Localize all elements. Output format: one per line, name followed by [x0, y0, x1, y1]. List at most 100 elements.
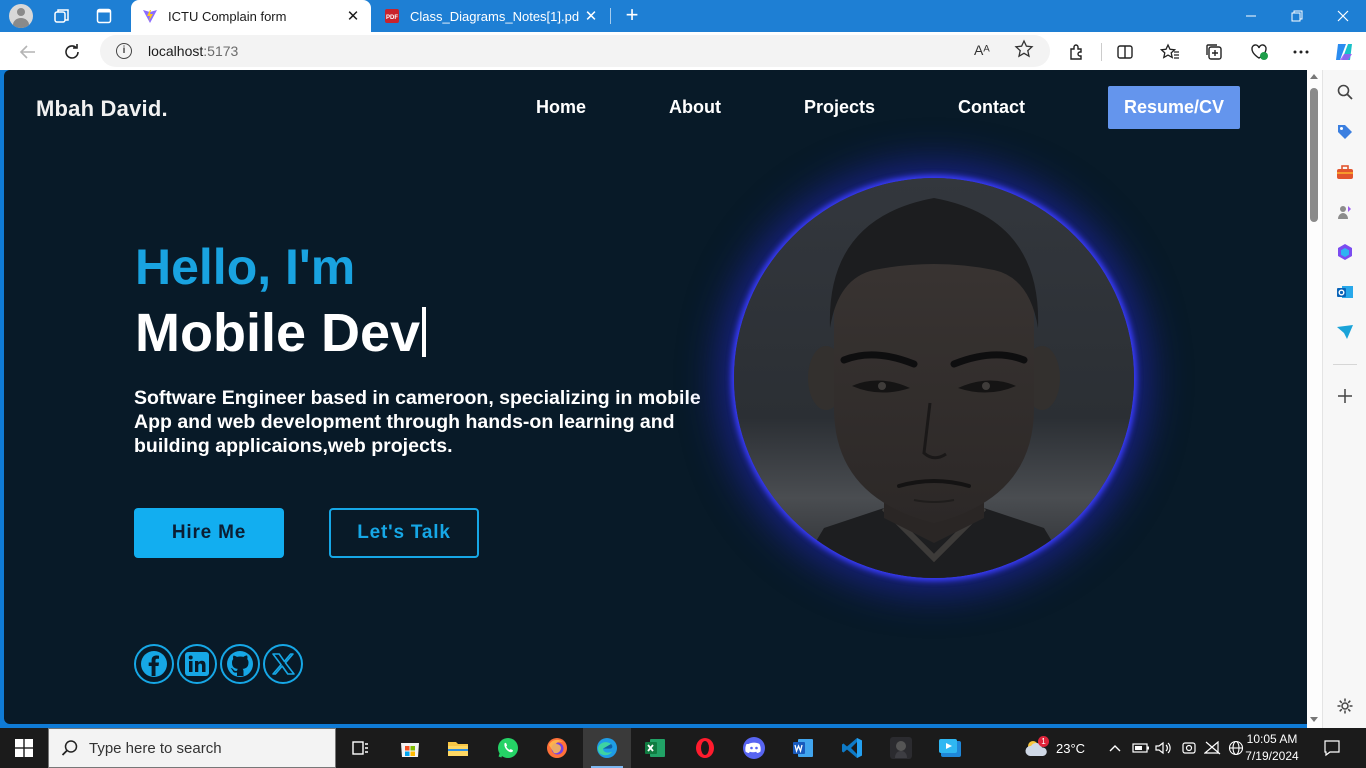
site-info-icon[interactable]: i	[116, 43, 132, 59]
clock-time: 10:05 AM	[1246, 732, 1298, 746]
whatsapp-icon[interactable]	[484, 728, 532, 768]
outlook-icon[interactable]	[1335, 282, 1355, 302]
tab-label: ICTU Complain form	[168, 8, 287, 24]
minimize-button[interactable]	[1228, 0, 1274, 32]
new-tab-button[interactable]: +	[620, 4, 644, 28]
github-icon[interactable]	[220, 644, 260, 684]
sidebar-settings-icon[interactable]	[1335, 696, 1355, 716]
more-options-icon[interactable]	[1290, 41, 1312, 63]
show-hidden-icons-icon[interactable]	[1108, 728, 1122, 768]
toolbar-separator	[1101, 43, 1102, 61]
close-tab-icon[interactable]: ✕	[579, 4, 603, 28]
search-icon[interactable]	[1335, 82, 1355, 102]
windows-taskbar: Type here to search 1 23°C 10:05 AM 7/19…	[0, 728, 1366, 768]
extensions-icon[interactable]	[1066, 41, 1088, 63]
tab-ictu-complain-form[interactable]: ICTU Complain form ✕	[131, 0, 371, 32]
typing-caret	[422, 307, 427, 357]
collections-icon[interactable]	[1203, 41, 1225, 63]
url-text: localhost:5173	[148, 43, 239, 59]
page-scrollbar[interactable]	[1307, 70, 1322, 728]
send-icon[interactable]	[1335, 322, 1355, 342]
tab-actions-icon[interactable]	[91, 4, 117, 28]
copilot-icon[interactable]	[1333, 41, 1355, 63]
sidebar-separator	[1333, 364, 1357, 365]
browser-essentials-icon[interactable]	[1248, 41, 1270, 63]
resume-cv-button[interactable]: Resume/CV	[1108, 86, 1240, 129]
profile-icon[interactable]	[8, 4, 34, 28]
pdf-icon: PDF	[384, 8, 400, 24]
close-window-button[interactable]	[1320, 0, 1366, 32]
svg-text:PDF: PDF	[386, 15, 398, 21]
scroll-down-arrow-icon[interactable]	[1310, 717, 1318, 722]
discord-icon[interactable]	[730, 728, 778, 768]
file-explorer-icon[interactable]	[434, 728, 482, 768]
workspaces-icon[interactable]	[49, 4, 75, 28]
tab-class-diagrams-pdf[interactable]: PDF Class_Diagrams_Notes[1].pdf ✕	[373, 0, 609, 32]
typed-role-text: Mobile Dev	[135, 303, 421, 363]
microsoft-store-icon[interactable]	[386, 728, 434, 768]
nav-projects[interactable]: Projects	[804, 97, 875, 118]
vite-icon	[142, 8, 158, 24]
scroll-up-arrow-icon[interactable]	[1310, 74, 1318, 79]
clipchamp-icon[interactable]	[926, 728, 974, 768]
social-links	[134, 644, 303, 684]
portrait-illustration	[734, 178, 1134, 578]
nav-contact[interactable]: Contact	[958, 97, 1025, 118]
restore-button[interactable]	[1274, 0, 1320, 32]
weather-temp: 23°C	[1056, 740, 1086, 756]
browser-toolbar: i localhost:5173 Aᴬ	[0, 32, 1366, 70]
lets-talk-button[interactable]: Let's Talk	[329, 508, 479, 558]
favorites-icon[interactable]	[1159, 41, 1181, 63]
weather-badge: 1	[1038, 736, 1049, 747]
nav-home[interactable]: Home	[536, 97, 586, 118]
tab-divider	[610, 8, 611, 24]
battery-icon[interactable]	[1132, 728, 1150, 768]
x-icon[interactable]	[263, 644, 303, 684]
network-off-icon[interactable]	[1204, 728, 1222, 768]
shopping-tag-icon[interactable]	[1335, 122, 1355, 142]
camera-icon[interactable]	[1181, 728, 1197, 768]
microsoft-365-icon[interactable]	[1335, 242, 1355, 262]
hero-greeting: Hello, I'm	[135, 239, 356, 295]
scrollbar-thumb[interactable]	[1310, 88, 1318, 222]
split-screen-icon[interactable]	[1114, 41, 1136, 63]
back-button[interactable]	[14, 38, 42, 66]
browser-tab-strip: ICTU Complain form ✕ PDF Class_Diagrams_…	[0, 0, 1366, 32]
vscode-icon[interactable]	[828, 728, 876, 768]
search-placeholder: Type here to search	[89, 739, 222, 757]
site-logo[interactable]: Mbah David.	[36, 96, 168, 122]
hire-me-button[interactable]: Hire Me	[134, 508, 284, 558]
favorite-star-icon[interactable]	[1014, 39, 1034, 59]
add-sidebar-app-icon[interactable]	[1335, 386, 1355, 406]
taskbar-search-input[interactable]: Type here to search	[48, 728, 336, 768]
clock-date: 7/19/2024	[1245, 749, 1299, 763]
firefox-icon[interactable]	[533, 728, 581, 768]
notifications-icon[interactable]	[1323, 728, 1341, 768]
tab-label: Class_Diagrams_Notes[1].pdf	[410, 8, 579, 24]
task-view-icon[interactable]	[336, 728, 384, 768]
close-tab-icon[interactable]: ✕	[341, 4, 365, 28]
word-icon[interactable]	[779, 728, 827, 768]
page-viewport: Mbah David. Home About Projects Contact …	[4, 70, 1307, 724]
taskbar-clock[interactable]: 10:05 AM 7/19/2024	[1242, 731, 1302, 765]
volume-icon[interactable]	[1155, 728, 1173, 768]
address-bar[interactable]: i localhost:5173 Aᴬ	[100, 35, 1050, 67]
video-player-icon[interactable]	[877, 728, 925, 768]
linkedin-icon[interactable]	[177, 644, 217, 684]
toolbox-icon[interactable]	[1335, 162, 1355, 182]
windows-start-icon[interactable]	[0, 728, 48, 768]
weather-widget[interactable]: 1 23°C	[1024, 728, 1085, 768]
read-aloud-icon[interactable]: Aᴬ	[974, 42, 990, 58]
refresh-button[interactable]	[58, 38, 86, 66]
edge-icon[interactable]	[583, 728, 631, 768]
profile-portrait	[734, 178, 1134, 578]
facebook-icon[interactable]	[134, 644, 174, 684]
excel-icon[interactable]	[631, 728, 679, 768]
hero-bio: Software Engineer based in cameroon, spe…	[134, 387, 701, 457]
search-icon	[61, 740, 78, 756]
opera-icon[interactable]	[681, 728, 729, 768]
games-icon[interactable]	[1335, 202, 1355, 222]
edge-sidebar	[1322, 70, 1366, 728]
hero-role: Mobile Dev	[135, 302, 427, 364]
nav-about[interactable]: About	[669, 97, 721, 118]
